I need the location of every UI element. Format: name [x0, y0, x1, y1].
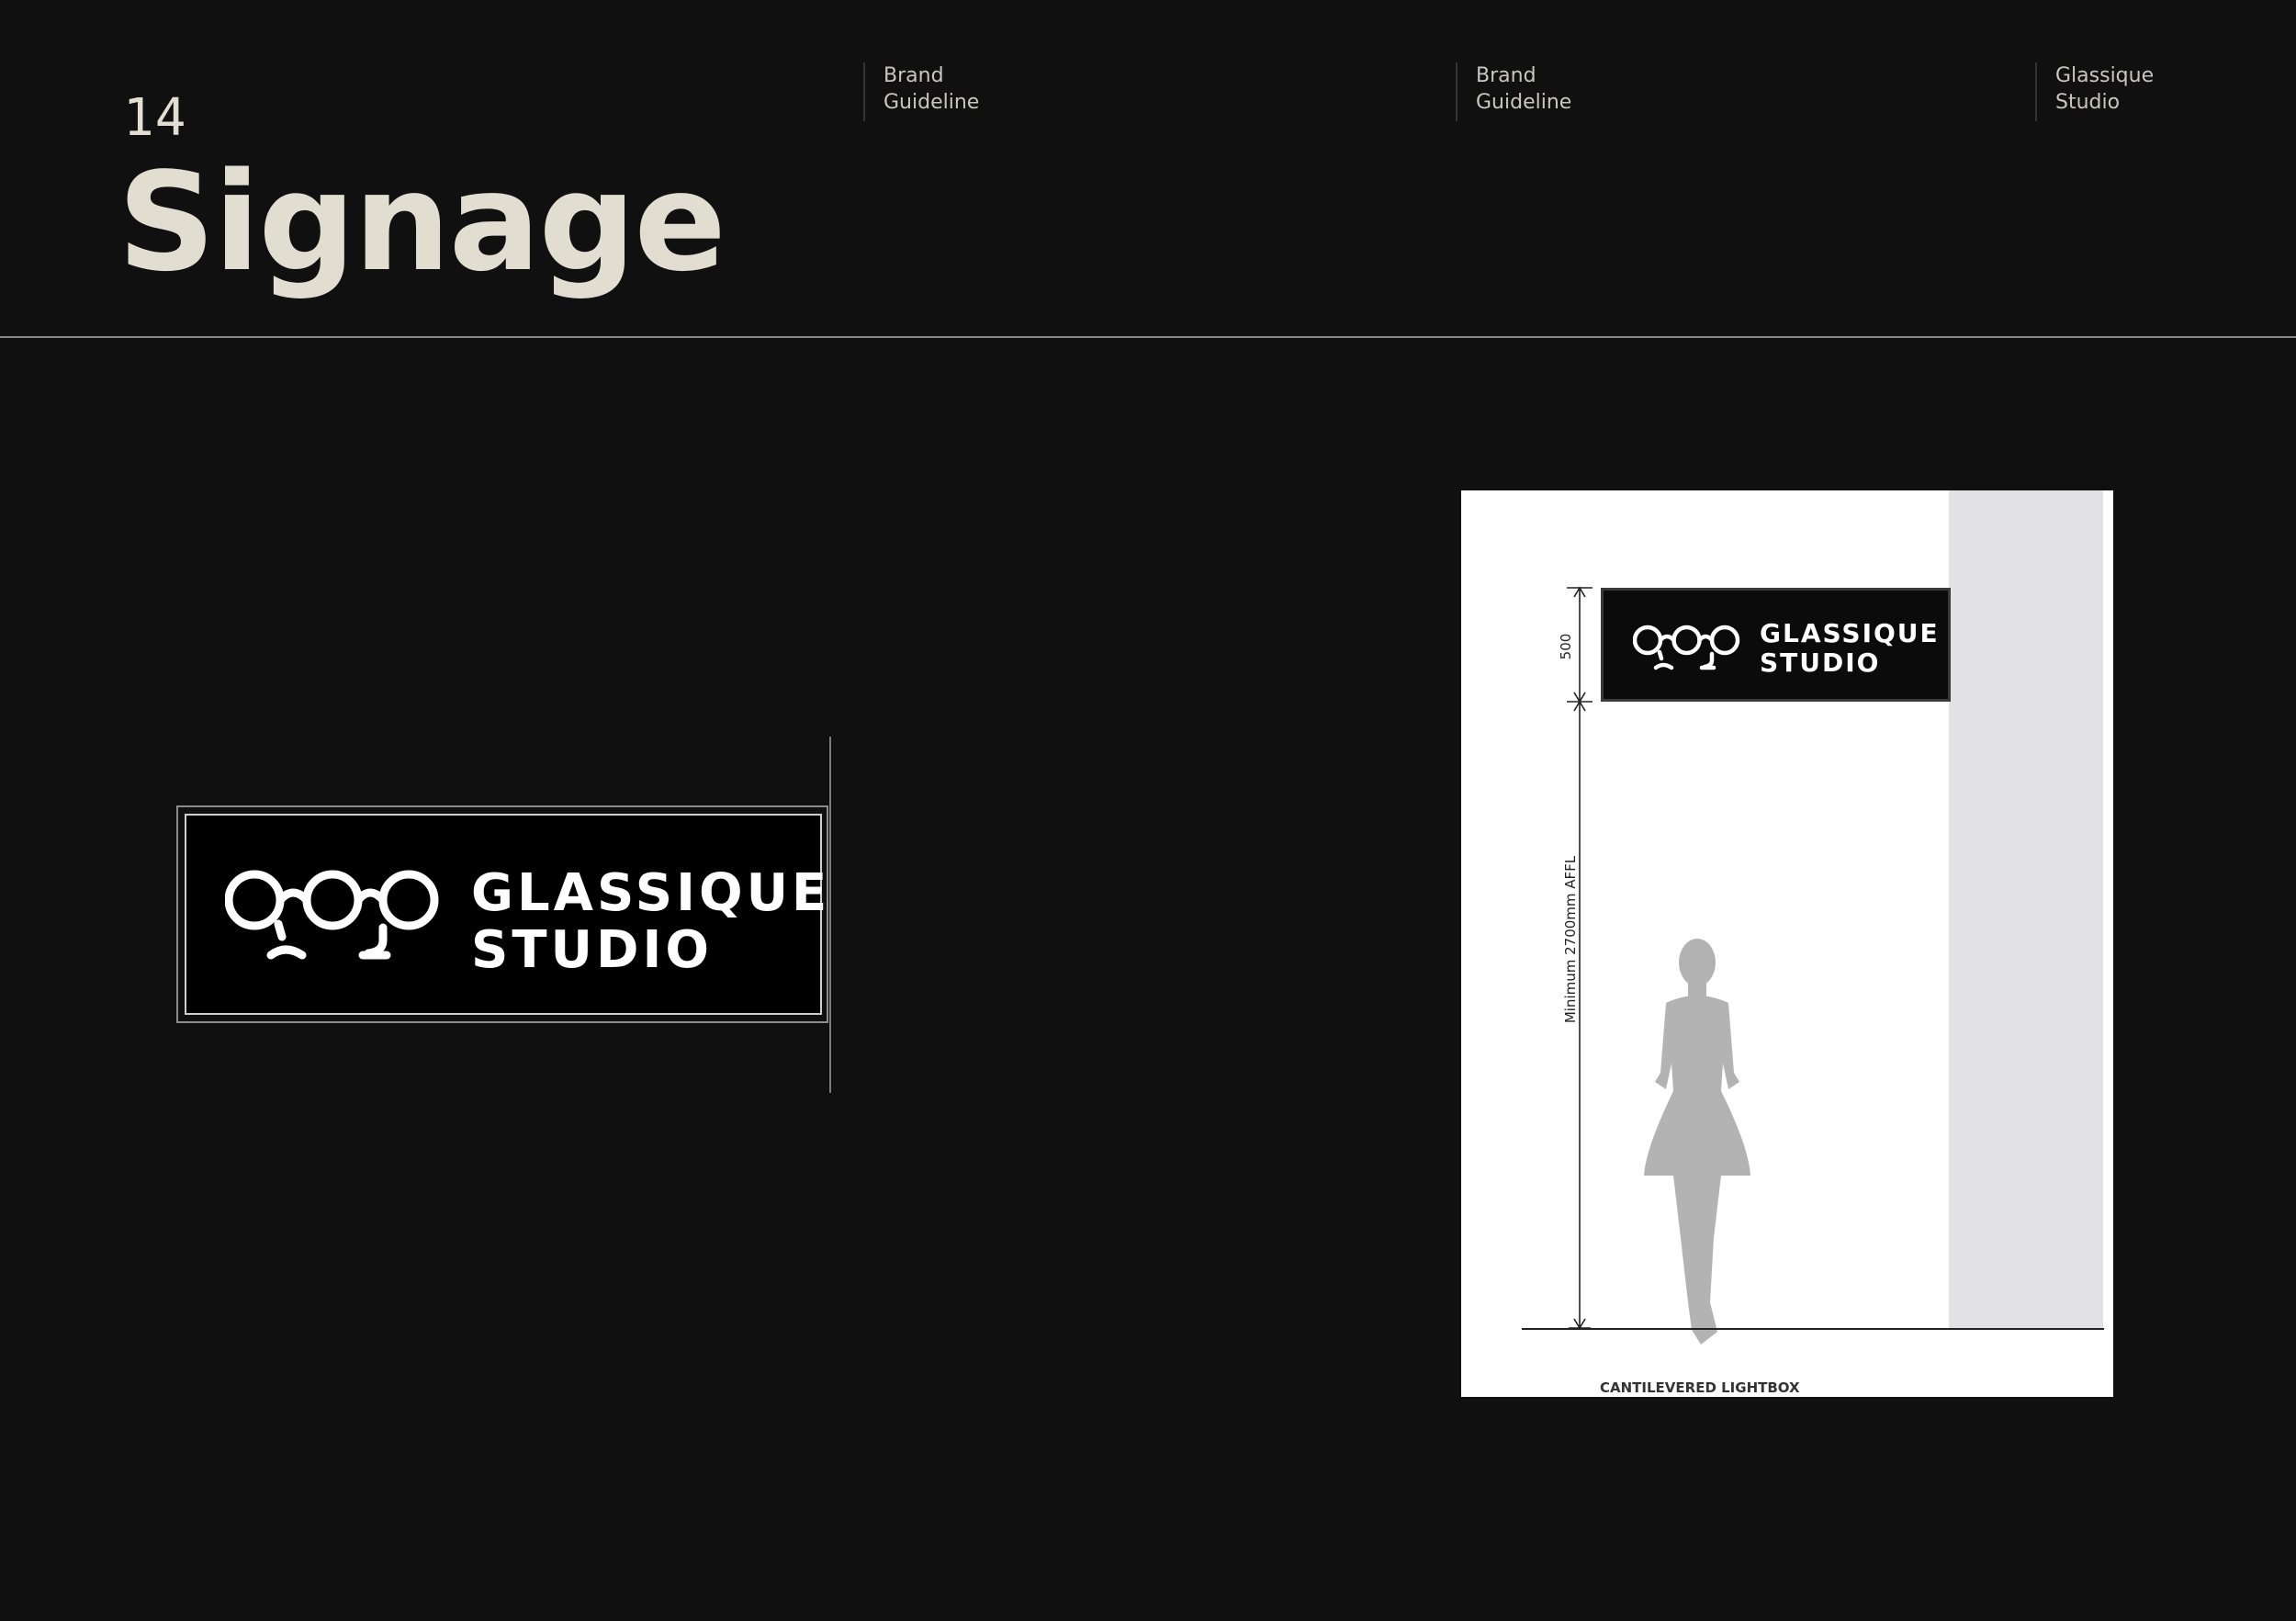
sign-brand-line1: GLASSIQUE: [471, 863, 831, 923]
person-silhouette-icon: [1644, 939, 1750, 1345]
drawing-glasses-logo-icon: [1633, 625, 1740, 670]
header-col-1-line1: Brand: [884, 64, 944, 87]
sign-panel: GLASSIQUE STUDIO: [185, 814, 827, 1015]
header-col-2-line2: Guideline: [1476, 91, 1572, 114]
header-col-2-line1: Brand: [1476, 64, 1536, 87]
dimension-lines: [1567, 586, 1593, 1330]
glasses-logo-icon: [225, 870, 439, 960]
drawing-sign-line2: STUDIO: [1760, 647, 1881, 678]
header-brand-guideline-2: Brand Guideline: [1456, 62, 1571, 121]
wall-section: [1949, 490, 2103, 1329]
header-brand-guideline-1: Brand Guideline: [863, 62, 979, 121]
dim-clearance-label: Minimum 2700mm AFFL: [1562, 855, 1579, 1024]
header-brand-name: Glassique Studio: [2035, 62, 2154, 121]
page-title: Signage: [118, 143, 726, 301]
sign-brand-line2: STUDIO: [471, 920, 713, 980]
dim-sign-height-label: 500: [1558, 633, 1574, 660]
drawing-sign-line1: GLASSIQUE: [1760, 618, 1940, 648]
header-col-3-line2: Studio: [2055, 91, 2121, 114]
header-divider: [0, 336, 2296, 338]
header-col-3-line1: Glassique: [2055, 64, 2155, 87]
page-number: 14: [123, 88, 187, 148]
drawing-sign-panel: GLASSIQUE STUDIO: [1601, 588, 1951, 702]
drawing-caption: CANTILEVERED LIGHTBOX: [1600, 1379, 1800, 1396]
header-col-1-line2: Guideline: [884, 91, 980, 114]
floor-line: [1522, 1328, 2104, 1330]
